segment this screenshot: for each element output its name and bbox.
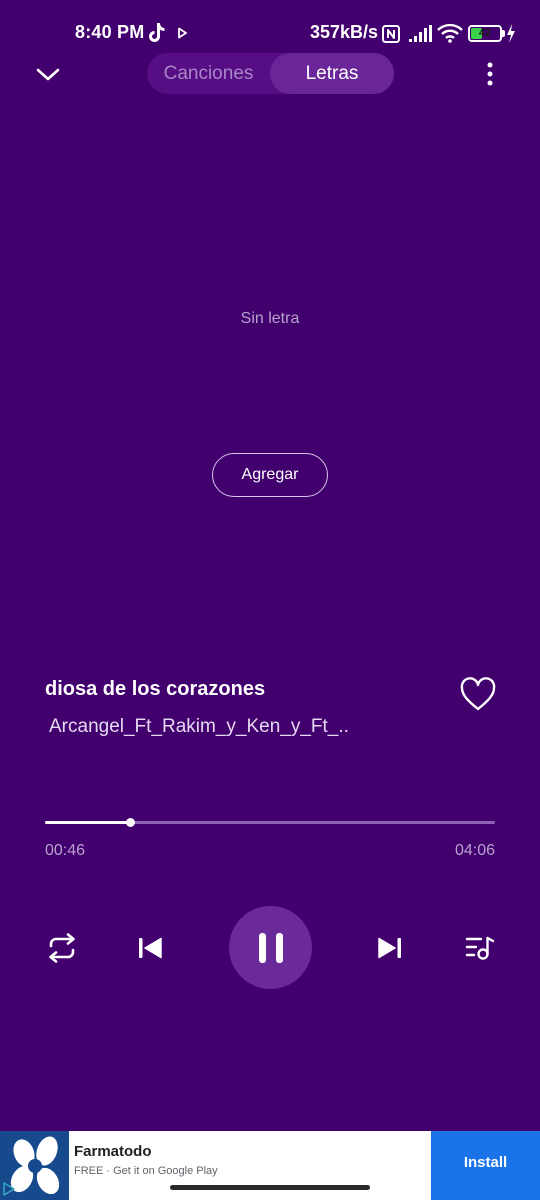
ad-subtitle: FREE · Get it on Google Play — [74, 1165, 218, 1177]
play-pause-button[interactable] — [229, 906, 312, 989]
tab-lyrics[interactable]: Letras — [270, 53, 394, 94]
favorite-heart-icon[interactable] — [459, 677, 497, 713]
tab-songs[interactable]: Canciones — [147, 53, 270, 94]
total-time: 04:06 — [454, 842, 495, 859]
more-options-button[interactable] — [478, 58, 502, 90]
next-track-button[interactable] — [370, 928, 410, 968]
song-artist[interactable]: Arcangel_Ft_Rakim_y_Ken_y_Ft_.. — [49, 716, 349, 738]
status-time: 8:40 PM — [75, 22, 145, 42]
network-speed: 357kB/s — [310, 22, 379, 42]
playlist-music-icon — [465, 936, 495, 960]
queue-button[interactable] — [460, 928, 500, 968]
repeat-icon — [49, 933, 75, 963]
nfc-icon — [382, 25, 400, 43]
ad-install-button[interactable]: Install — [431, 1131, 540, 1200]
view-tabs: Canciones Letras — [147, 53, 394, 94]
no-lyrics-message: Sin letra — [240, 310, 300, 327]
skip-next-icon — [378, 937, 401, 959]
signal-icon — [409, 25, 432, 42]
battery-level: 42 — [478, 27, 492, 39]
battery-nub — [502, 30, 505, 37]
wifi-icon — [437, 23, 463, 43]
repeat-button[interactable] — [42, 928, 82, 968]
progress-slider[interactable] — [45, 818, 495, 827]
more-vertical-icon — [487, 62, 493, 86]
tiktok-icon — [149, 23, 165, 42]
progress-fill — [45, 821, 131, 824]
home-indicator[interactable] — [170, 1185, 370, 1190]
ad-title: Farmatodo — [74, 1143, 152, 1160]
battery-indicator: 42 — [468, 25, 502, 42]
elapsed-time: 00:46 — [45, 842, 86, 859]
progress-thumb[interactable] — [126, 818, 135, 827]
pause-icon — [258, 932, 283, 963]
media-play-notification-icon — [178, 27, 187, 39]
chevron-down-icon — [36, 68, 60, 81]
previous-track-button[interactable] — [130, 928, 170, 968]
adchoices-icon[interactable] — [2, 1182, 16, 1196]
song-title: diosa de los corazones — [45, 678, 266, 700]
charging-bolt-icon — [507, 24, 515, 43]
collapse-player-button[interactable] — [33, 60, 63, 90]
skip-previous-icon — [139, 937, 162, 959]
add-lyrics-button[interactable]: Agregar — [212, 453, 328, 497]
